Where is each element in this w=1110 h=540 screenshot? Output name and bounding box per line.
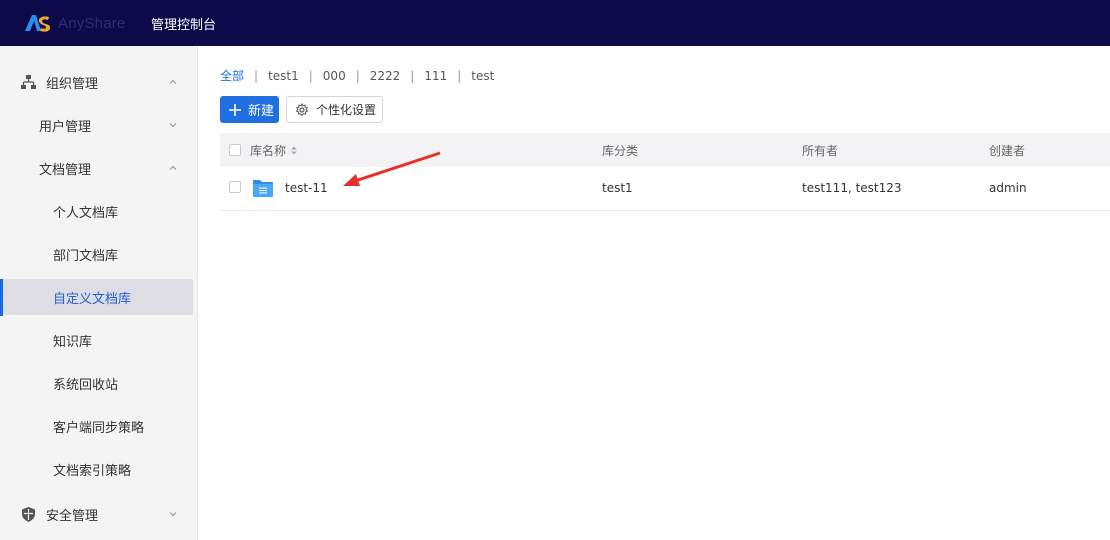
plus-icon bbox=[228, 103, 242, 117]
top-bar: AnyShare 管理控制台 bbox=[0, 0, 1110, 46]
sidebar-item-label: 部门文档库 bbox=[53, 248, 119, 264]
new-button-label: 新建 bbox=[248, 104, 275, 119]
sidebar-item-security-management[interactable]: 安全管理 bbox=[0, 496, 198, 532]
sidebar-item-dept-libs[interactable]: 部门文档库 bbox=[0, 236, 198, 272]
gear-icon bbox=[295, 102, 309, 117]
sidebar-item-label: 系统回收站 bbox=[53, 377, 119, 393]
sidebar-item-knowledge-base[interactable]: 知识库 bbox=[0, 322, 198, 358]
column-header-owner: 所有者 bbox=[802, 144, 839, 158]
console-title: 管理控制台 bbox=[151, 18, 217, 33]
library-creator: admin bbox=[989, 181, 1027, 195]
sidebar-item-doc-management[interactable]: 文档管理 bbox=[0, 150, 198, 186]
sidebar-item-label: 安全管理 bbox=[46, 508, 99, 524]
chevron-up-icon bbox=[167, 162, 179, 174]
library-category: test1 bbox=[602, 181, 633, 195]
breadcrumb-item[interactable]: 全部 bbox=[220, 67, 244, 84]
sidebar-item-label: 组织管理 bbox=[46, 76, 99, 92]
new-button[interactable]: 新建 bbox=[220, 96, 279, 123]
select-all-checkbox[interactable] bbox=[229, 144, 241, 156]
breadcrumb-item[interactable]: test1 bbox=[268, 69, 299, 83]
sidebar-item-client-sync-policy[interactable]: 客户端同步策略 bbox=[0, 408, 198, 444]
sidebar-item-label: 个人文档库 bbox=[53, 205, 119, 221]
active-indicator bbox=[0, 279, 3, 316]
sidebar-item-label: 知识库 bbox=[53, 334, 93, 350]
sidebar-item-label: 自定义文档库 bbox=[53, 291, 132, 307]
sidebar-item-label: 文档索引策略 bbox=[53, 463, 132, 479]
anyshare-logo-icon bbox=[25, 15, 51, 32]
sidebar-item-doc-index-policy[interactable]: 文档索引策略 bbox=[0, 451, 198, 487]
column-header-creator: 创建者 bbox=[989, 144, 1026, 158]
sidebar-item-org-management[interactable]: 组织管理 bbox=[0, 64, 198, 100]
org-tree-icon bbox=[20, 74, 37, 91]
personalize-settings-label: 个性化设置 bbox=[316, 103, 377, 117]
chevron-up-icon bbox=[167, 76, 179, 88]
library-owners: test111, test123 bbox=[802, 181, 902, 195]
sidebar-item-label: 文档管理 bbox=[39, 162, 92, 178]
breadcrumb-item[interactable]: 111 bbox=[424, 69, 447, 83]
sidebar-item-user-management[interactable]: 用户管理 bbox=[0, 107, 198, 143]
sidebar-item-recycle-bin[interactable]: 系统回收站 bbox=[0, 365, 198, 401]
sidebar-item-label: 客户端同步策略 bbox=[53, 420, 145, 436]
chevron-down-icon bbox=[167, 119, 179, 131]
app-logo[interactable]: AnyShare bbox=[24, 11, 125, 35]
breadcrumb-item[interactable]: 2222 bbox=[370, 69, 401, 83]
sidebar-item-personal-libs[interactable]: 个人文档库 bbox=[0, 193, 198, 229]
folder-icon bbox=[252, 178, 274, 198]
row-checkbox[interactable] bbox=[229, 181, 241, 193]
sidebar: 组织管理 用户管理 文档管理 个人文档库 部门文档库 自定义文档库 知识库 系统… bbox=[0, 46, 198, 540]
sort-icon[interactable] bbox=[290, 145, 298, 156]
sidebar-item-custom-libs[interactable]: 自定义文档库 bbox=[2, 279, 193, 315]
breadcrumb-item[interactable]: 000 bbox=[323, 69, 346, 83]
brand-name: AnyShare bbox=[58, 14, 126, 32]
sidebar-item-label: 用户管理 bbox=[39, 119, 92, 135]
table-row[interactable]: test-11 test1 test111, test123 admin bbox=[220, 167, 1110, 211]
column-header-name[interactable]: 库名称 bbox=[250, 142, 298, 159]
column-header-category: 库分类 bbox=[602, 144, 639, 158]
table-header: 库名称 库分类 所有者 创建者 bbox=[220, 133, 1110, 167]
breadcrumb-item[interactable]: test bbox=[471, 69, 494, 83]
breadcrumb: 全部 | test1 | 000 | 2222 | 111 | test bbox=[220, 67, 495, 84]
shield-icon bbox=[20, 506, 37, 523]
personalize-settings-button[interactable]: 个性化设置 bbox=[286, 96, 383, 123]
chevron-down-icon bbox=[167, 508, 179, 520]
library-name[interactable]: test-11 bbox=[285, 181, 328, 195]
